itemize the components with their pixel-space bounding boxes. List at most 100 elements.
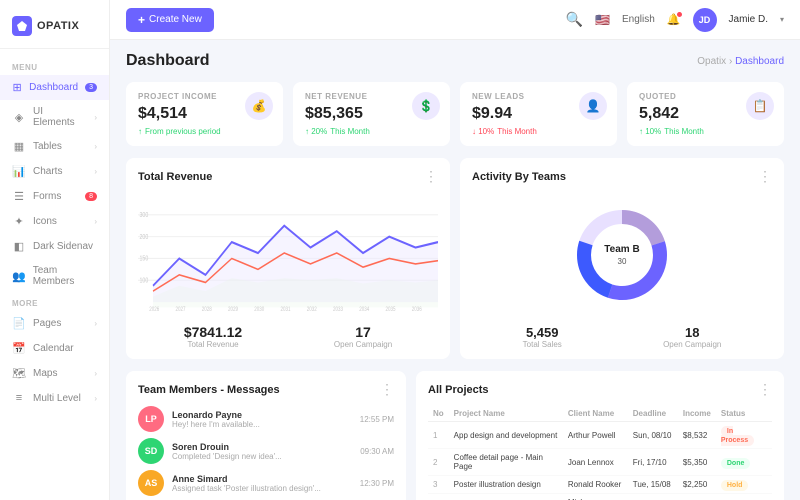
svg-text:2036: 2036 [412,306,422,313]
row-client-name: Ronald Rooker [563,476,628,494]
topbar: + Create New 🔍 🇺🇸 English 🔔 JD Jamie D. … [110,0,800,40]
content-area: Dashboard Opatix › Dashboard Project Inc… [110,40,800,500]
sidebar-item-tables[interactable]: ▦ Tables › [0,134,109,159]
projects-menu[interactable]: ⋮ [758,381,772,398]
sidebar-item-ui-elements[interactable]: ◈ UI Elements › [0,100,109,134]
sidebar-item-calendar[interactable]: 📅 Calendar [0,336,109,361]
plus-icon: + [138,13,145,27]
member-message: Completed 'Design new idea'... [172,452,352,461]
multi-level-icon: ≡ [12,392,26,404]
sidebar-item-dark-sidenav[interactable]: ◧ Dark Sidenav [0,234,109,259]
list-item[interactable]: LP Leonardo Payne Hey! here I'm availabl… [138,406,394,432]
table-row[interactable]: 3 Poster illustration design Ronald Rook… [428,476,772,494]
dashboard-icon: ⊞ [12,81,22,94]
dark-sidenav-icon: ◧ [12,240,26,253]
projects-title: All Projects [428,384,489,396]
sidebar-item-label: Maps [33,368,57,379]
list-item[interactable]: AS Anne Simard Assigned task 'Poster ill… [138,470,394,496]
revenue-chart-svg: 300 200 150 100 2026 2027 2028 [138,193,438,313]
avatar: SD [138,438,164,464]
table-row[interactable]: 2 Coffee detail page - Main Page Joan Le… [428,449,772,476]
svg-text:200: 200 [140,233,149,241]
member-info: Soren Drouin Completed 'Design new idea'… [172,442,352,461]
notification-bell[interactable]: 🔔 [667,13,681,26]
table-row[interactable]: 1 App design and development Arthur Powe… [428,422,772,449]
stat-card-0: Project Income $4,514 ↑ From previous pe… [126,82,283,146]
member-name: Soren Drouin [172,442,352,452]
tables-icon: ▦ [12,140,26,153]
open-campaign-label: Open Campaign [334,340,392,349]
calendar-icon: 📅 [12,342,26,355]
logo-text: OPATIX [37,20,79,32]
row-income: $5,350 [678,449,716,476]
create-new-button[interactable]: + Create New [126,8,214,32]
svg-text:2034: 2034 [359,306,369,313]
activity-card-menu[interactable]: ⋮ [758,168,772,185]
activity-card: Activity By Teams ⋮ Team B 30 [460,158,784,359]
row-no: 3 [428,476,449,494]
sidebar-item-label: Team Members [33,265,97,287]
search-icon[interactable]: 🔍 [566,11,583,28]
svg-text:300: 300 [140,211,149,219]
page-title: Dashboard [126,52,210,70]
stat-card-icon-2: 👤 [579,92,607,120]
sidebar-item-label: Forms [33,191,61,202]
forms-icon: ☰ [12,190,26,203]
status-badge: Done [721,458,751,469]
topbar-right: 🔍 🇺🇸 English 🔔 JD Jamie D. ▾ [566,8,784,32]
trend-down-icon: ↓ 10% [472,127,494,136]
team-members-icon: 👥 [12,270,26,283]
trend-up-icon: ↑ 20% [305,127,327,136]
svg-text:2030: 2030 [254,306,264,313]
table-header-row: NoProject NameClient NameDeadlineIncomeS… [428,406,772,422]
revenue-chart-title: Total Revenue [138,171,212,183]
member-message: Hey! here I'm available... [172,420,352,429]
member-info: Anne Simard Assigned task 'Poster illust… [172,474,352,493]
revenue-chart-footer: $7841.12 Total Revenue 17 Open Campaign [138,324,438,349]
stat-card-2: New Leads $9.94 ↓ 10% This Month 👤 [460,82,617,146]
revenue-chart-menu[interactable]: ⋮ [424,168,438,185]
stat-change-3: ↑ 10% This Month [639,127,772,136]
breadcrumb: Opatix › Dashboard [697,56,784,67]
member-name: Anne Simard [172,474,352,484]
donut-section: Team B 30 [472,193,772,317]
sidebar-item-charts[interactable]: 📊 Charts › [0,159,109,184]
chevron-down-icon[interactable]: ▾ [780,15,784,24]
avatar: LP [138,406,164,432]
activity-card-header: Activity By Teams ⋮ [472,168,772,185]
sidebar-item-maps[interactable]: 🗺 Maps › [0,361,109,386]
projects-table-head: NoProject NameClient NameDeadlineIncomeS… [428,406,772,422]
sidebar-item-icons[interactable]: ✦ Icons › [0,209,109,234]
sidebar-item-forms[interactable]: ☰ Forms 8 [0,184,109,209]
avatar: AS [138,470,164,496]
table-column-header: Income [678,406,716,422]
svg-text:30: 30 [618,257,627,266]
team-messages-card: Team Members - Messages ⋮ LP Leonardo Pa… [126,371,406,500]
total-sales-stat: 5,459 Total Sales [523,325,562,349]
row-deadline: Fri, 17/10 [628,449,678,476]
row-no: 1 [428,422,449,449]
arrow-icon: › [94,369,97,378]
logo-icon [12,16,32,36]
team-messages-menu[interactable]: ⋮ [380,381,394,398]
pages-icon: 📄 [12,317,26,330]
total-sales-label: Total Sales [523,340,562,349]
forms-badge: 8 [85,192,97,201]
maps-icon: 🗺 [12,367,26,380]
svg-text:100: 100 [140,277,149,285]
sidebar-item-multi-level[interactable]: ≡ Multi Level › [0,386,109,410]
revenue-chart-header: Total Revenue ⋮ [138,168,438,185]
sidebar-item-label: Charts [33,166,62,177]
sidebar-item-pages[interactable]: 📄 Pages › [0,311,109,336]
list-item[interactable]: SD Soren Drouin Completed 'Design new id… [138,438,394,464]
arrow-icon: › [94,167,97,176]
row-deadline: Mon, 10/08 [628,494,678,500]
table-row[interactable]: 4 Drinking bottle graphics Mickey Cochra… [428,494,772,500]
dashboard-badge: 3 [85,83,97,92]
member-time: 12:30 PM [360,479,394,488]
sidebar-item-team-members[interactable]: 👥 Team Members [0,259,109,293]
sidebar-item-dashboard[interactable]: ⊞ Dashboard 3 [0,75,109,100]
stat-card-icon-1: 💲 [412,92,440,120]
language-selector[interactable]: English [622,14,655,25]
member-list: LP Leonardo Payne Hey! here I'm availabl… [138,406,394,500]
